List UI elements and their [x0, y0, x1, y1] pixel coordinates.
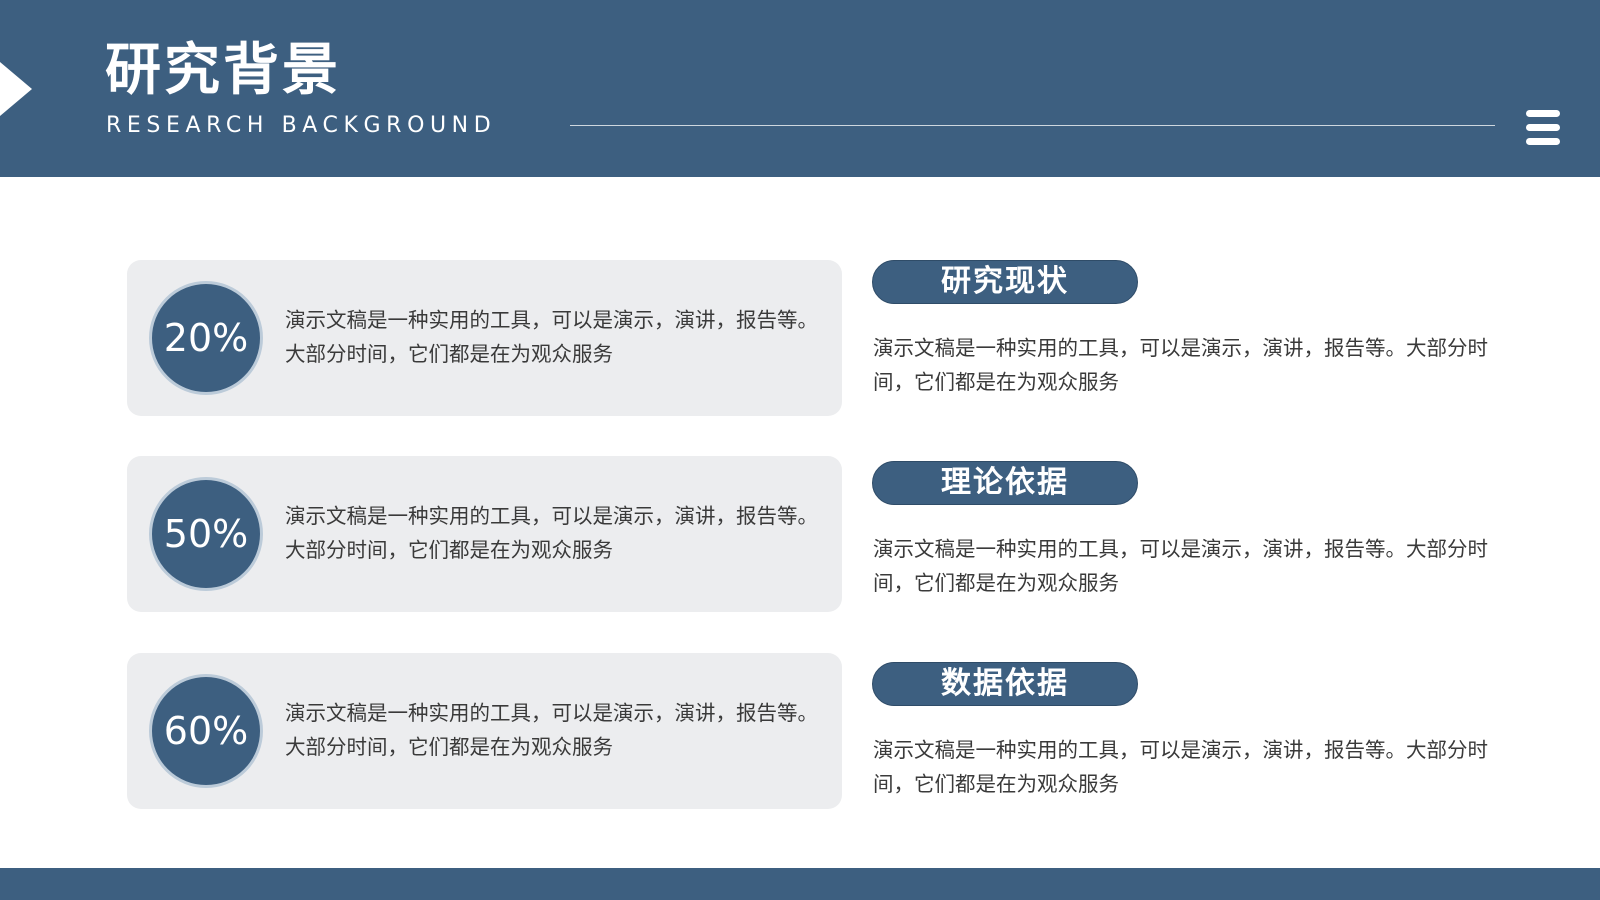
percent-circle: 60%	[149, 674, 263, 788]
stat-card-3: 60% 演示文稿是一种实用的工具，可以是演示，演讲，报告等。大部分时间，它们都是…	[127, 653, 842, 809]
header-divider	[570, 125, 1495, 126]
percent-value: 20%	[163, 316, 249, 360]
menu-bar	[1526, 110, 1560, 117]
menu-bar	[1526, 138, 1560, 145]
hamburger-menu-icon[interactable]	[1526, 110, 1560, 145]
percent-value: 50%	[163, 512, 249, 556]
stat-card-1: 20% 演示文稿是一种实用的工具，可以是演示，演讲，报告等。大部分时间，它们都是…	[127, 260, 842, 416]
right-triangle-icon	[0, 62, 32, 116]
percent-value: 60%	[163, 709, 249, 753]
section-description: 演示文稿是一种实用的工具，可以是演示，演讲，报告等。大部分时间，它们都是在为观众…	[873, 336, 1488, 394]
header-bar: 研究背景 RESEARCH BACKGROUND	[0, 0, 1600, 177]
section-label-data-basis: 数据依据	[872, 662, 1138, 706]
section-label-theoretical-basis: 理论依据	[872, 461, 1138, 505]
percent-circle: 20%	[149, 281, 263, 395]
stat-card-2: 50% 演示文稿是一种实用的工具，可以是演示，演讲，报告等。大部分时间，它们都是…	[127, 456, 842, 612]
section-description: 演示文稿是一种实用的工具，可以是演示，演讲，报告等。大部分时间，它们都是在为观众…	[873, 537, 1488, 595]
page-title: 研究背景	[105, 38, 341, 103]
footer-bar	[0, 868, 1600, 900]
page-subtitle: RESEARCH BACKGROUND	[106, 113, 497, 138]
card-description: 演示文稿是一种实用的工具，可以是演示，演讲，报告等。大部分时间，它们都是在为观众…	[285, 308, 818, 366]
card-description: 演示文稿是一种实用的工具，可以是演示，演讲，报告等。大部分时间，它们都是在为观众…	[285, 504, 818, 562]
section-label-text: 研究现状	[941, 264, 1069, 299]
section-label-text: 理论依据	[941, 465, 1069, 500]
menu-bar	[1526, 124, 1560, 131]
card-description: 演示文稿是一种实用的工具，可以是演示，演讲，报告等。大部分时间，它们都是在为观众…	[285, 701, 818, 759]
percent-circle: 50%	[149, 477, 263, 591]
section-description: 演示文稿是一种实用的工具，可以是演示，演讲，报告等。大部分时间，它们都是在为观众…	[873, 738, 1488, 796]
section-label-research-status: 研究现状	[872, 260, 1138, 304]
section-label-text: 数据依据	[941, 666, 1069, 701]
